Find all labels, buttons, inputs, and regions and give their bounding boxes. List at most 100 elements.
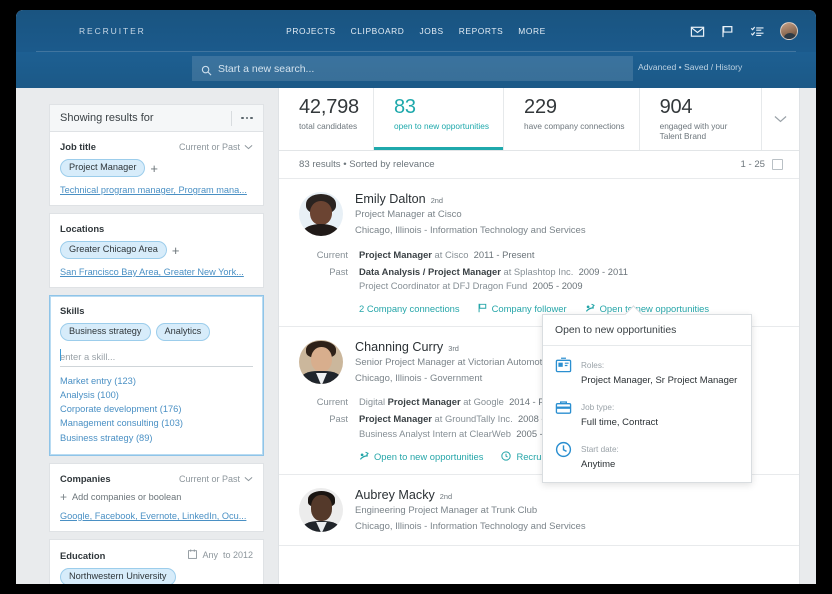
candidate-card[interactable]: Aubrey Macky 2nd Engineering Project Man… bbox=[279, 475, 799, 547]
connection-degree: 3rd bbox=[448, 344, 459, 353]
filter-title: Skills bbox=[60, 305, 85, 316]
filter-title: Companies bbox=[60, 473, 111, 484]
filter-title: Education bbox=[60, 550, 105, 561]
popover-body: Roles: Project Manager, Sr Project Manag… bbox=[543, 346, 751, 482]
popover-row-roles: Roles: Project Manager, Sr Project Manag… bbox=[555, 355, 739, 388]
candidate-location: Chicago, Illinois - Information Technolo… bbox=[355, 224, 586, 238]
filter-title: Job title bbox=[60, 141, 96, 152]
tasklist-icon[interactable] bbox=[750, 24, 765, 39]
more-options-icon[interactable] bbox=[231, 111, 253, 126]
filters-sidebar: Showing results for Job title Current or… bbox=[49, 104, 264, 584]
history-past-row: Past Data Analysis / Project Manager at … bbox=[299, 265, 779, 293]
stats-tab-bar: 42,798 total candidates 83 open to new o… bbox=[279, 88, 799, 151]
flag-icon[interactable] bbox=[720, 24, 735, 39]
candidate-location: Chicago, Illinois - Government bbox=[355, 372, 554, 386]
link-open-to-opportunities[interactable]: Open to new opportunities bbox=[359, 451, 483, 463]
results-toolbar: 83 results • Sorted by relevance 1 - 25 bbox=[279, 151, 799, 179]
candidate-headline: Senior Project Manager at Victorian Auto… bbox=[355, 356, 554, 370]
popover-label: Start date: bbox=[581, 445, 619, 454]
skill-suggestion[interactable]: Management consulting (103) bbox=[60, 416, 253, 430]
nav-link-reports[interactable]: REPORTS bbox=[459, 26, 504, 36]
filter-suggestion-link[interactable]: Google, Facebook, Evernote, LinkedIn, Oc… bbox=[60, 511, 253, 521]
filter-section-companies: Companies Current or Past + Add companie… bbox=[49, 463, 264, 532]
history-label: Past bbox=[299, 412, 359, 440]
filter-scope-label: Current or Past bbox=[179, 474, 240, 484]
clock-icon bbox=[555, 441, 572, 458]
search-icon bbox=[201, 63, 212, 74]
candidate-name[interactable]: Channing Curry bbox=[355, 340, 443, 354]
history-current-row: Current Project Manager at Cisco 2011 - … bbox=[299, 248, 779, 262]
brand-logo[interactable]: RECRUITER bbox=[79, 26, 146, 36]
skill-suggestion[interactable]: Business strategy (89) bbox=[60, 431, 253, 445]
popover-label: Roles: bbox=[581, 361, 604, 370]
skill-suggestion[interactable]: Market entry (123) bbox=[60, 374, 253, 388]
stat-tab-talent-brand[interactable]: 904 engaged with your Talent Brand bbox=[640, 88, 762, 150]
filter-suggestion-link[interactable]: Technical program manager, Program mana.… bbox=[60, 185, 253, 195]
popover-value: Full time, Contract bbox=[581, 416, 658, 430]
envelope-icon[interactable] bbox=[690, 24, 705, 39]
results-panel: 42,798 total candidates 83 open to new o… bbox=[278, 88, 800, 584]
nav-primary-row: RECRUITER PROJECTS CLIPBOARD JOBS REPORT… bbox=[16, 10, 816, 52]
filter-scope-dropdown[interactable]: Current or Past bbox=[179, 474, 253, 484]
id-badge-icon bbox=[555, 357, 572, 374]
stat-number: 904 bbox=[660, 97, 747, 118]
filter-chip[interactable]: Business strategy bbox=[60, 323, 151, 341]
filter-title: Locations bbox=[60, 223, 104, 234]
app-window: RECRUITER PROJECTS CLIPBOARD JOBS REPORT… bbox=[16, 10, 816, 584]
avatar[interactable] bbox=[780, 22, 798, 40]
stat-tab-open-to-opportunities[interactable]: 83 open to new opportunities bbox=[374, 88, 504, 150]
filter-section-skills: Skills Business strategy Analytics enter… bbox=[49, 295, 264, 456]
skill-input-placeholder: enter a skill... bbox=[60, 351, 115, 362]
chevron-down-icon bbox=[244, 474, 253, 484]
sidebar-header: Showing results for bbox=[49, 104, 264, 132]
stat-tab-total-candidates[interactable]: 42,798 total candidates bbox=[279, 88, 374, 150]
education-any-label: Any bbox=[202, 550, 218, 560]
filter-chip[interactable]: Project Manager bbox=[60, 159, 145, 177]
filter-scope-dropdown[interactable]: Current or Past bbox=[179, 142, 253, 152]
select-all-checkbox[interactable] bbox=[772, 159, 783, 170]
search-input[interactable]: Start a new search... bbox=[192, 56, 633, 81]
connection-degree: 2nd bbox=[431, 196, 443, 205]
filter-chips: Greater Chicago Area + bbox=[60, 241, 253, 259]
skill-suggestion[interactable]: Analysis (100) bbox=[60, 388, 253, 402]
filter-suggestion-link[interactable]: San Francisco Bay Area, Greater New York… bbox=[60, 267, 253, 277]
candidate-link-label: Open to new opportunities bbox=[374, 451, 483, 462]
briefcase-icon bbox=[555, 399, 572, 416]
candidate-link-label: 2 Company connections bbox=[359, 303, 460, 314]
candidate-card[interactable]: Emily Dalton 2nd Project Manager at Cisc… bbox=[279, 179, 799, 327]
education-date-range[interactable]: Any to 2012 bbox=[188, 549, 253, 561]
candidate-name[interactable]: Aubrey Macky bbox=[355, 488, 435, 502]
add-companies-button[interactable]: + Add companies or boolean bbox=[60, 491, 253, 503]
stats-expand-button[interactable] bbox=[762, 88, 799, 150]
add-chip-icon[interactable]: + bbox=[172, 244, 180, 257]
skill-input[interactable]: enter a skill... bbox=[60, 349, 253, 367]
nav-link-more[interactable]: MORE bbox=[518, 26, 546, 36]
education-to-label: to 2012 bbox=[223, 550, 253, 560]
candidate-headline: Project Manager at Cisco bbox=[355, 208, 586, 222]
avatar bbox=[299, 340, 343, 384]
nav-links: PROJECTS CLIPBOARD JOBS REPORTS MORE bbox=[286, 26, 546, 36]
popover-title: Open to new opportunities bbox=[543, 315, 751, 346]
stat-number: 229 bbox=[524, 97, 625, 118]
nav-link-clipboard[interactable]: CLIPBOARD bbox=[351, 26, 405, 36]
popover-value: Project Manager, Sr Project Manager bbox=[581, 374, 737, 388]
nav-link-projects[interactable]: PROJECTS bbox=[286, 26, 335, 36]
search-advanced-links[interactable]: Advanced • Saved / History bbox=[638, 62, 742, 72]
stat-caption: total candidates bbox=[299, 121, 359, 131]
filter-chip[interactable]: Greater Chicago Area bbox=[60, 241, 167, 259]
popover-row-start-date: Start date: Anytime bbox=[555, 439, 739, 472]
link-company-connections[interactable]: 2 Company connections bbox=[359, 303, 460, 314]
popover-row-job-type: Job type: Full time, Contract bbox=[555, 397, 739, 430]
history-value: Digital Project Manager at Google 2014 -… bbox=[359, 395, 571, 409]
filter-chip[interactable]: Analytics bbox=[156, 323, 211, 341]
candidate-name[interactable]: Emily Dalton bbox=[355, 192, 426, 206]
skill-suggestion[interactable]: Corporate development (176) bbox=[60, 402, 253, 416]
stat-tab-company-connections[interactable]: 229 have company connections bbox=[504, 88, 640, 150]
add-chip-icon[interactable]: + bbox=[150, 162, 158, 175]
nav-link-jobs[interactable]: JOBS bbox=[419, 26, 443, 36]
chevron-down-icon bbox=[244, 142, 253, 152]
opento-icon bbox=[359, 451, 369, 463]
filter-scope-label: Current or Past bbox=[179, 142, 240, 152]
filter-chip[interactable]: Northwestern University bbox=[60, 568, 176, 584]
filter-chips: Northwestern University bbox=[60, 568, 253, 584]
